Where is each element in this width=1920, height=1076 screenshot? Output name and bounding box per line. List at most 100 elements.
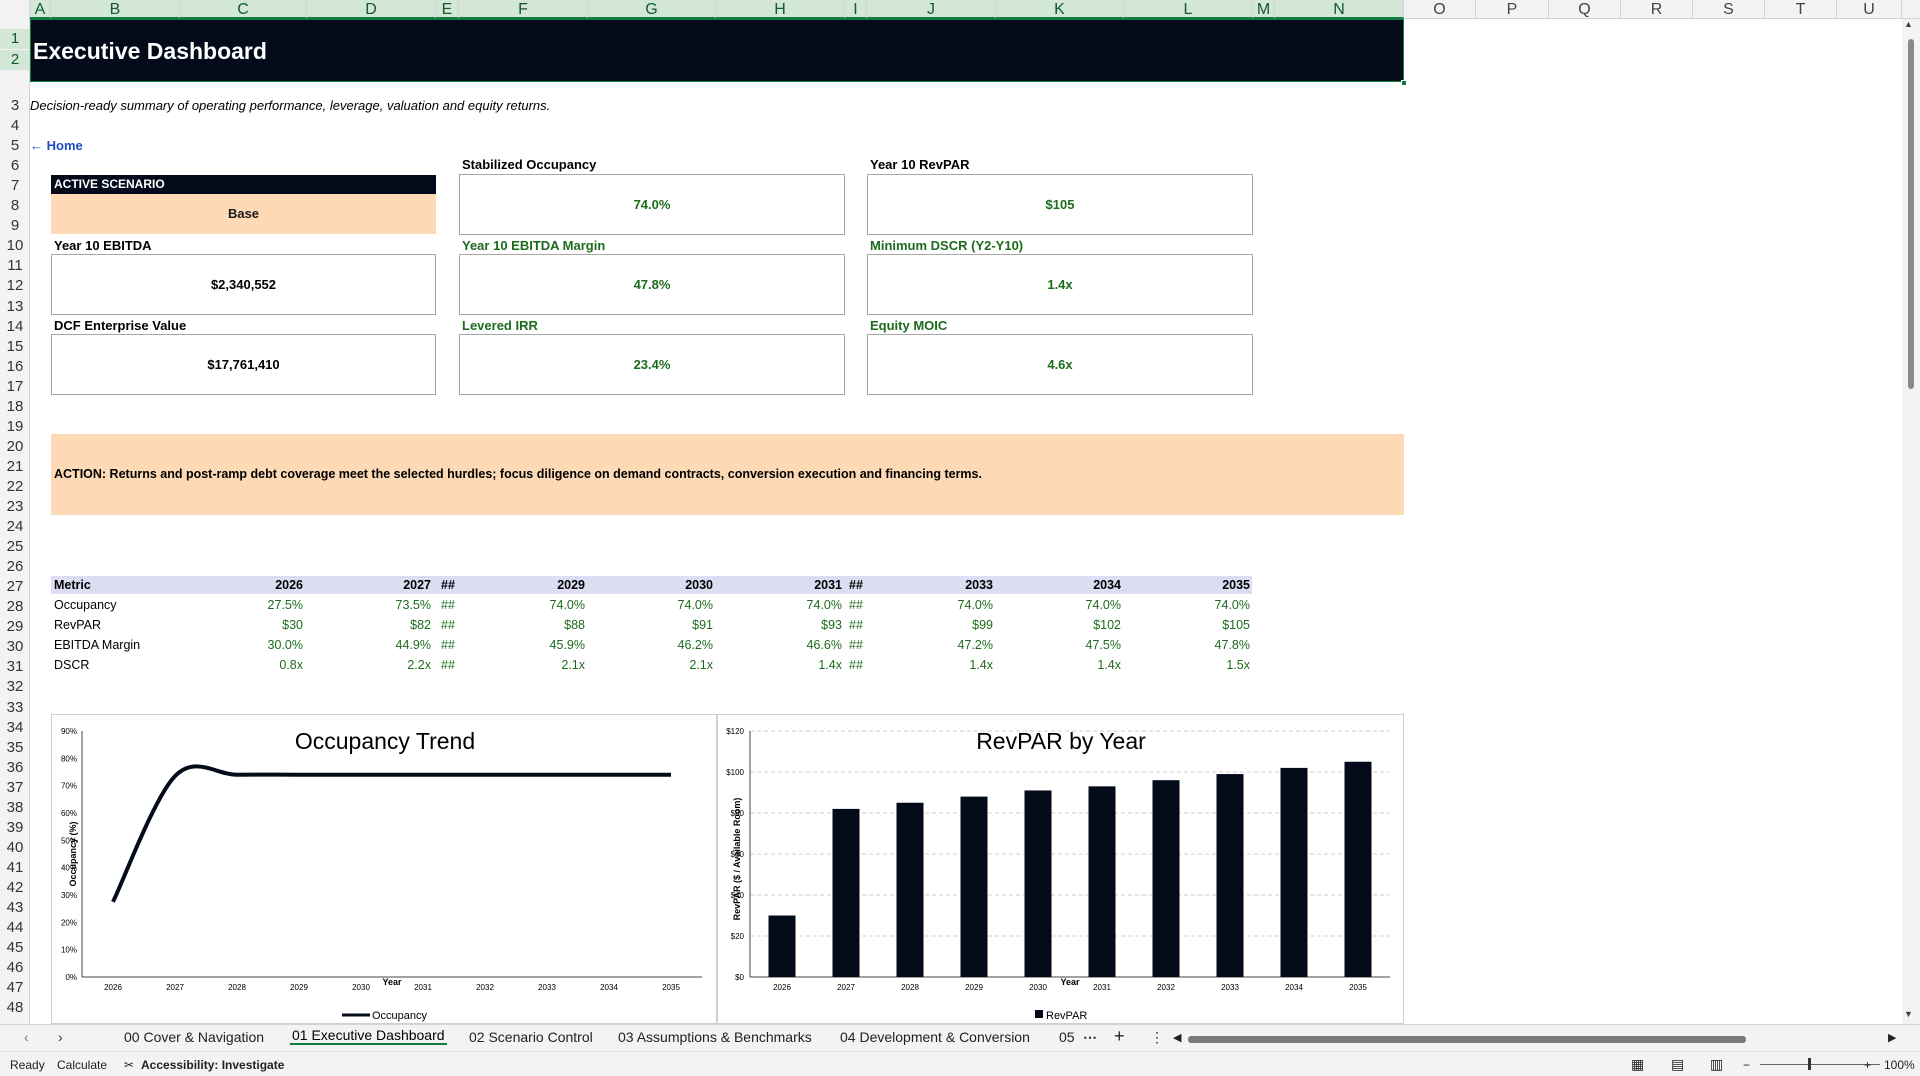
table-cell[interactable]: 30.0% [223,638,303,652]
row-header-6[interactable]: 6 [0,156,29,176]
row-header-42[interactable]: 42 [0,878,29,898]
tab-assumptions-benchmarks[interactable]: 03 Assumptions & Benchmarks [618,1029,812,1045]
column-header-F[interactable]: F [459,0,588,19]
add-sheet-icon[interactable]: + [1114,1026,1125,1047]
table-cell[interactable]: $102 [1041,618,1121,632]
column-header-R[interactable]: R [1621,0,1693,19]
row-header-11[interactable]: 11 [0,256,29,276]
table-cell[interactable]: 27.5% [223,598,303,612]
kpi-value-year10-ebitda-margin[interactable]: 47.8% [459,254,845,315]
row-header-27[interactable]: 27 [0,577,29,597]
table-header-year[interactable]: 2029 [505,578,585,592]
column-header-H[interactable]: H [716,0,845,19]
row-header-12[interactable]: 12 [0,276,29,296]
table-cell[interactable]: $30 [223,618,303,632]
table-row-label[interactable]: RevPAR [54,618,101,632]
table-cell[interactable]: 47.2% [913,638,993,652]
action-callout[interactable]: ACTION: Returns and post-ramp debt cover… [51,434,1404,515]
more-tabs-icon[interactable]: ⋯ [1083,1029,1097,1046]
row-header-2[interactable]: 2 [0,50,29,70]
tab-scroll-right-icon[interactable]: › [58,1029,63,1045]
zoom-out-icon[interactable]: − [1743,1058,1750,1072]
vertical-scroll-thumb[interactable] [1908,39,1914,389]
table-cell[interactable]: $93 [762,618,842,632]
table-cell[interactable]: 1.4x [762,658,842,672]
column-header-B[interactable]: B [51,0,180,19]
kpi-value-stabilized-occupancy[interactable]: 74.0% [459,174,845,235]
accessibility-icon[interactable]: ✂ [124,1058,134,1072]
column-header-M[interactable]: M [1253,0,1275,19]
row-header-20[interactable]: 20 [0,437,29,457]
row-header-39[interactable]: 39 [0,818,29,838]
kpi-value-year10-ebitda[interactable]: $2,340,552 [51,254,436,315]
zoom-level[interactable]: 100% [1884,1058,1915,1072]
row-header-8[interactable]: 8 [0,196,29,216]
table-cell[interactable]: 73.5% [351,598,431,612]
table-cell[interactable]: 74.0% [1041,598,1121,612]
row-header-28[interactable]: 28 [0,597,29,617]
row-header-13[interactable]: 13 [0,297,29,317]
tab-cover-navigation[interactable]: 00 Cover & Navigation [124,1029,264,1045]
row-header-41[interactable]: 41 [0,858,29,878]
row-header-15[interactable]: 15 [0,337,29,357]
page-layout-icon[interactable]: ▤ [1671,1056,1684,1073]
table-header-year[interactable]: 2027 [351,578,431,592]
hscroll-right-icon[interactable]: ▶ [1888,1031,1896,1044]
kpi-value-year10-revpar[interactable]: $105 [867,174,1253,235]
row-header-45[interactable]: 45 [0,938,29,958]
table-cell[interactable]: ## [849,638,863,652]
row-header-40[interactable]: 40 [0,838,29,858]
table-cell[interactable]: 44.9% [351,638,431,652]
kpi-value-minimum-dscr[interactable]: 1.4x [867,254,1253,315]
table-cell[interactable]: ## [849,618,863,632]
row-header-47[interactable]: 47 [0,978,29,998]
kpi-value-equity-moic[interactable]: 4.6x [867,334,1253,395]
row-header-31[interactable]: 31 [0,657,29,677]
row-header-44[interactable]: 44 [0,918,29,938]
revpar-chart[interactable]: RevPAR by Year $0 $20 $40 $60 $80 $100 $120 2026… [717,714,1404,1024]
table-cell[interactable]: 1.5x [1170,658,1250,672]
column-header-J[interactable]: J [867,0,996,19]
table-cell[interactable]: 2.1x [505,658,585,672]
row-header-25[interactable]: 25 [0,537,29,557]
column-header-T[interactable]: T [1765,0,1837,19]
table-header-year[interactable]: 2033 [913,578,993,592]
table-cell[interactable]: 74.0% [505,598,585,612]
row-header-5[interactable]: 5 [0,136,29,156]
table-cell[interactable]: $82 [351,618,431,632]
row-header-3[interactable]: 3 [0,96,29,116]
column-header-C[interactable]: C [180,0,307,19]
row-header-1[interactable]: 1 [0,29,29,49]
table-cell[interactable]: 74.0% [1170,598,1250,612]
column-header-Q[interactable]: Q [1549,0,1621,19]
row-header-21[interactable]: 21 [0,457,29,477]
table-cell[interactable]: 0.8x [223,658,303,672]
row-header-17[interactable]: 17 [0,377,29,397]
scroll-down-icon[interactable]: ▼ [1904,1009,1913,1019]
row-header-10[interactable]: 10 [0,236,29,256]
zoom-in-icon[interactable]: + [1864,1058,1871,1072]
row-header-35[interactable]: 35 [0,738,29,758]
row-header-19[interactable]: 19 [0,417,29,437]
table-cell[interactable]: 46.2% [633,638,713,652]
row-header-46[interactable]: 46 [0,958,29,978]
horizontal-scroll-thumb[interactable] [1188,1036,1746,1043]
table-cell[interactable]: 2.2x [351,658,431,672]
table-cell[interactable]: 74.0% [633,598,713,612]
table-row-label[interactable]: EBITDA Margin [54,638,140,652]
row-header-43[interactable]: 43 [0,898,29,918]
table-cell[interactable]: ## [441,658,455,672]
table-cell[interactable]: 1.4x [913,658,993,672]
occupancy-chart[interactable]: Occupancy Trend 0% 10% 20% 30% 40% 50% 60% 70% 80… [51,714,717,1024]
table-cell[interactable]: 74.0% [913,598,993,612]
row-header-4[interactable]: 4 [0,116,29,136]
table-cell[interactable]: 74.0% [762,598,842,612]
column-header-I[interactable]: I [845,0,867,19]
table-header-year[interactable]: 2030 [633,578,713,592]
column-header-P[interactable]: P [1476,0,1549,19]
home-link[interactable]: ← Home [30,138,83,153]
zoom-slider-thumb[interactable] [1808,1058,1811,1070]
table-row-label[interactable]: DSCR [54,658,89,672]
column-header-A[interactable]: A [30,0,51,19]
select-all-corner[interactable] [0,0,30,19]
